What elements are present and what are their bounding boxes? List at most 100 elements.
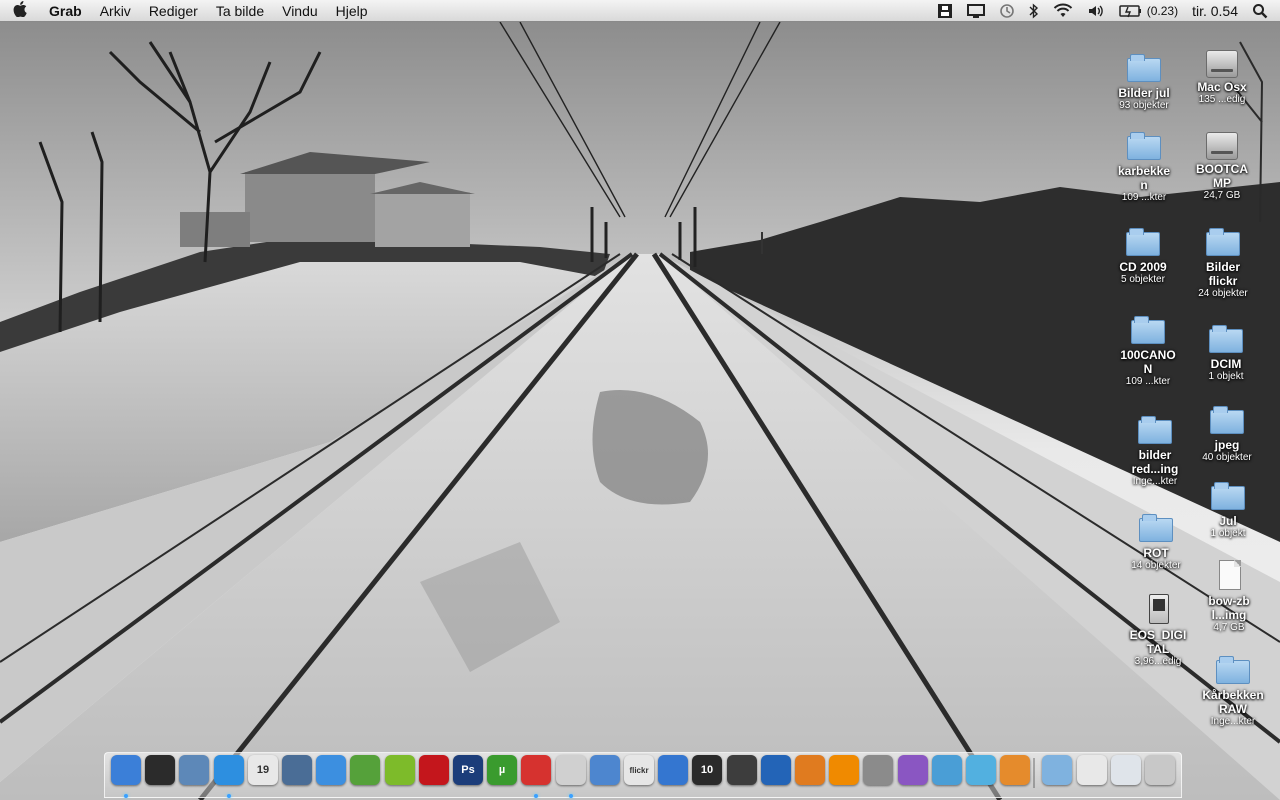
desktop-icon-label: Bilder flickr <box>1205 260 1240 288</box>
folder-icon <box>1124 226 1162 258</box>
trash-icon[interactable] <box>1145 755 1175 785</box>
desktop-folder-rot[interactable]: ROT 14 objekter <box>1116 512 1196 572</box>
desktop-icon-label: karbekken <box>1117 164 1171 192</box>
purple-app-icon[interactable] <box>898 755 928 785</box>
desktop-drive-bootcamp[interactable]: BOOTCAMP 24,7 GB <box>1182 128 1262 202</box>
desktop-icon-info: 1 objekt <box>1208 371 1244 382</box>
menu-grab[interactable]: Grab <box>40 3 91 19</box>
menu-ta-bilde[interactable]: Ta bilde <box>207 3 273 19</box>
desktop-icon-info: 24,7 GB <box>1203 190 1241 201</box>
desktop-icon-label: Jul <box>1219 514 1237 528</box>
battery-icon <box>1118 4 1141 17</box>
desktop-file-bow-zbl[interactable]: bow-zbl...img 4,7 GB <box>1189 560 1269 634</box>
adium-icon[interactable] <box>350 755 380 785</box>
flickr-uploadr-icon[interactable]: flickr <box>624 755 654 785</box>
applications-folder-icon[interactable] <box>1042 755 1072 785</box>
desktop-drive-mac-osx[interactable]: Mac Osx 135 ...edig <box>1182 46 1262 106</box>
matlab-icon[interactable] <box>795 755 825 785</box>
menu-arkiv[interactable]: Arkiv <box>91 3 140 19</box>
time-machine-icon[interactable] <box>992 0 1022 21</box>
wifi-icon[interactable] <box>1046 0 1080 21</box>
desktop-folder-jul[interactable]: Jul 1 objekt <box>1188 480 1268 540</box>
desktop-folder-bilder-flickr[interactable]: Bilder flickr 24 objekter <box>1183 226 1263 300</box>
desktop-folder-cd-2009[interactable]: CD 2009 5 objekter <box>1103 226 1183 286</box>
desktop-folder-100canon[interactable]: 100CANON 109 ...kter <box>1108 314 1188 388</box>
desktop-icon-label: Kårbekken RAW <box>1202 688 1264 716</box>
desktop-icon-info: 109 ...kter <box>1125 376 1171 387</box>
vlc-icon[interactable] <box>829 755 859 785</box>
display-icon[interactable] <box>960 0 992 21</box>
desktop-folder-karbekken-raw[interactable]: Kårbekken RAW Inge...kter <box>1193 654 1273 728</box>
app-status-icon[interactable] <box>930 0 960 21</box>
pages-icon[interactable] <box>932 755 962 785</box>
utorrent-icon[interactable]: µ <box>487 755 517 785</box>
folder-icon <box>1207 323 1245 355</box>
spotlight-icon[interactable] <box>1245 0 1280 21</box>
itunes-icon[interactable] <box>316 755 346 785</box>
safari-icon[interactable] <box>214 755 244 785</box>
spotify-icon[interactable] <box>385 755 415 785</box>
system-preferences-icon[interactable] <box>863 755 893 785</box>
time-machine-clock-icon[interactable] <box>658 755 688 785</box>
desktop-icon-label: bow-zbl...img <box>1208 594 1250 622</box>
desktop-wallpaper <box>0 22 1280 800</box>
dock-running-indicator <box>569 794 573 798</box>
battery-text: (0.23) <box>1146 3 1179 18</box>
iphoto-icon[interactable] <box>282 755 312 785</box>
sd-card-icon <box>1139 594 1177 626</box>
dock-separator <box>1033 758 1035 788</box>
desktop-icon-label: Mac Osx <box>1197 80 1247 94</box>
folder-icon <box>1214 654 1252 686</box>
desktop-icon-info: 24 objekter <box>1198 288 1248 299</box>
desktop-folder-bilder-redigering[interactable]: bilder red...ing Inge...kter <box>1115 414 1195 488</box>
grab-icon[interactable] <box>556 755 586 785</box>
chrome-icon[interactable] <box>521 755 551 785</box>
desktop-icon-label: DCIM <box>1210 357 1242 371</box>
menu-rediger[interactable]: Rediger <box>140 3 207 19</box>
google-earth-icon[interactable] <box>761 755 791 785</box>
desktop-icon-info: 93 objekter <box>1119 100 1169 111</box>
ical-icon[interactable]: 19 <box>248 755 278 785</box>
keynote-icon[interactable] <box>1000 755 1030 785</box>
desktop-icon-info: Inge...kter <box>1210 716 1256 727</box>
documents-stack-icon[interactable] <box>1111 755 1141 785</box>
desktop-folder-jpeg[interactable]: jpeg 40 objekter <box>1187 404 1267 464</box>
menu-hjelp[interactable]: Hjelp <box>327 3 377 19</box>
folder-icon <box>1208 404 1246 436</box>
dock-running-indicator <box>227 794 231 798</box>
hard-drive-icon <box>1203 128 1241 160</box>
preview-icon[interactable] <box>179 755 209 785</box>
apple-logo-icon[interactable] <box>0 0 40 21</box>
desktop-icon-info: 135 ...edig <box>1198 94 1246 105</box>
folder-icon <box>1209 480 1247 512</box>
desktop-icon-label: ROT <box>1143 546 1169 560</box>
folder-icon <box>1125 52 1163 84</box>
menu-vindu[interactable]: Vindu <box>273 3 327 19</box>
desktop-icon-label: EOS_DIGITAL <box>1129 628 1187 656</box>
menubar-clock[interactable]: tir. 0.54 <box>1185 0 1245 21</box>
final-cut-icon[interactable]: 10 <box>692 755 722 785</box>
disk-image-file-icon <box>1210 560 1248 592</box>
photoshop-icon[interactable]: Ps <box>453 755 483 785</box>
finder-icon[interactable] <box>111 755 141 785</box>
desktop-icon-label: bilder red...ing <box>1131 448 1179 476</box>
desktop-folder-karbekken[interactable]: karbekken 109 ...kter <box>1104 130 1184 204</box>
folder-icon <box>1125 130 1163 162</box>
desktop-folder-dcim[interactable]: DCIM 1 objekt <box>1186 323 1266 383</box>
desktop-icon-info: 3,96...edig <box>1134 656 1182 667</box>
bluetooth-icon[interactable] <box>1022 0 1046 21</box>
downloads-stack-icon[interactable] <box>1077 755 1107 785</box>
wii-app-icon[interactable] <box>966 755 996 785</box>
imovie-icon[interactable] <box>727 755 757 785</box>
desktop-volume-eos-digital[interactable]: EOS_DIGITAL 3,96...edig <box>1118 594 1198 668</box>
photo-booth-icon[interactable] <box>419 755 449 785</box>
status-area: (0.23) tir. 0.54 <box>930 0 1280 21</box>
desktop-icon-info: Inge...kter <box>1132 476 1178 487</box>
battery-status[interactable]: (0.23) <box>1112 0 1185 21</box>
dock-running-indicator <box>124 794 128 798</box>
desktop-folder-bilder-jul[interactable]: Bilder jul 93 objekter <box>1104 52 1184 112</box>
dashboard-icon[interactable] <box>145 755 175 785</box>
volume-icon[interactable] <box>1080 0 1112 21</box>
folder-icon <box>1129 314 1167 346</box>
iweb-icon[interactable] <box>590 755 620 785</box>
